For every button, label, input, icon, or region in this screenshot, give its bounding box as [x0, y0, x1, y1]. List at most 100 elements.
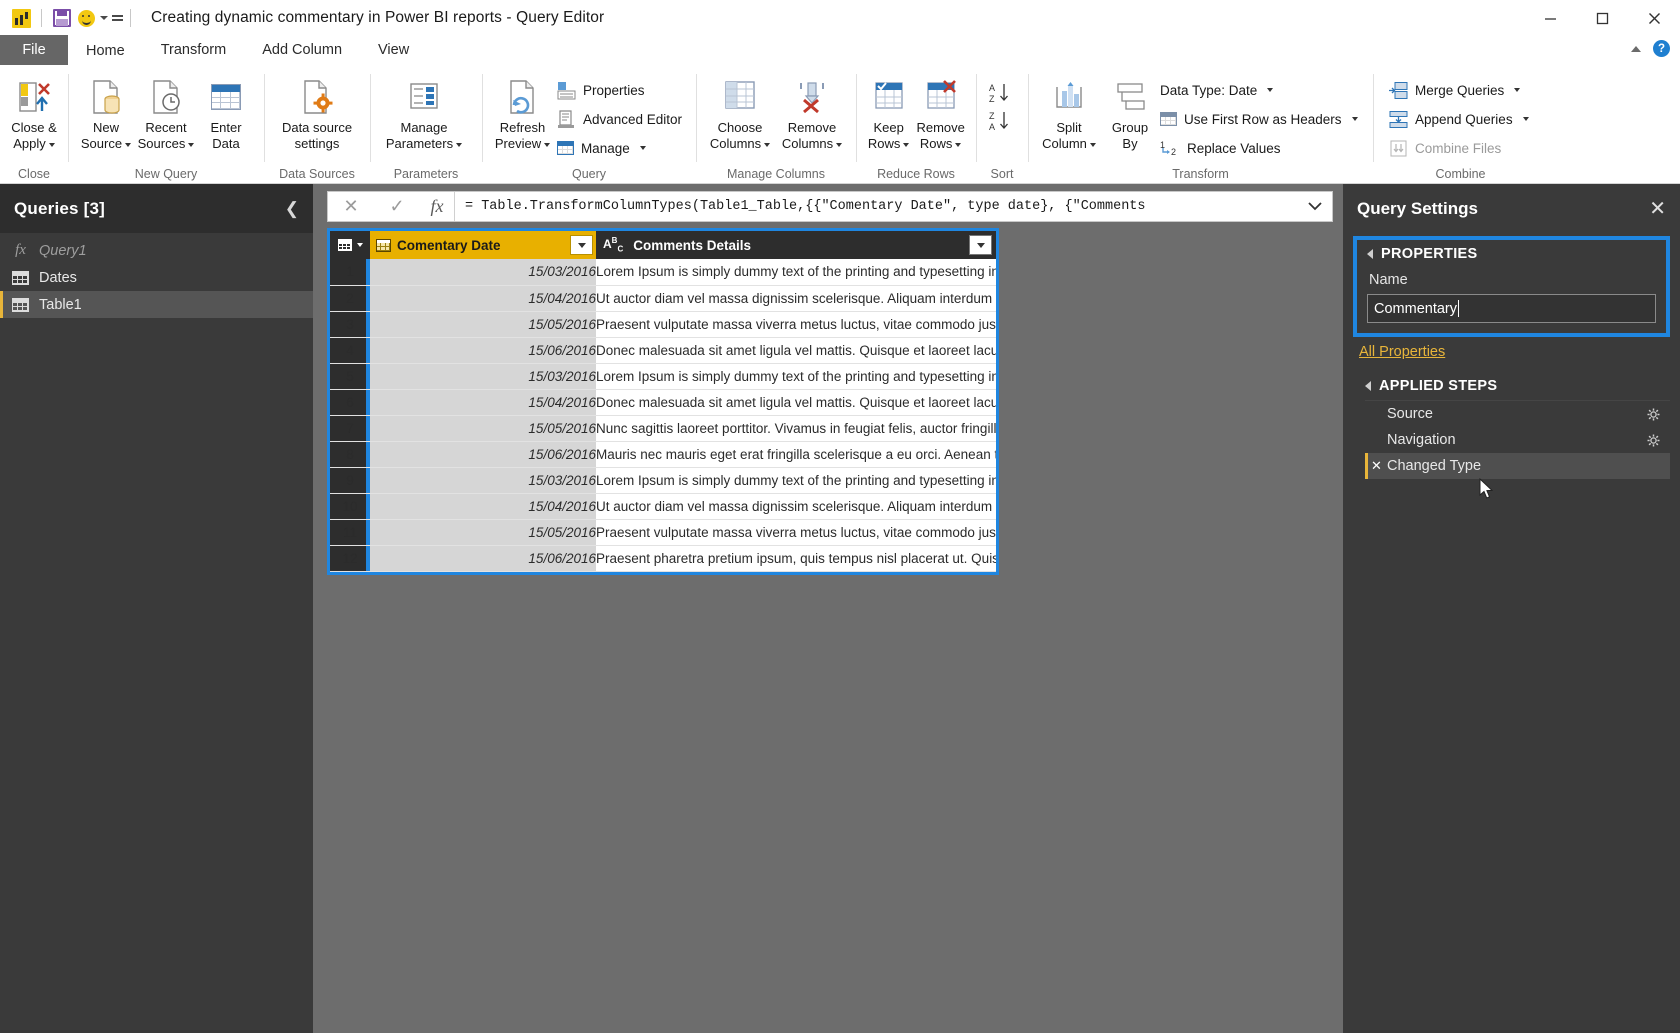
merge-queries-button[interactable]: Merge Queries — [1387, 77, 1535, 103]
table-row[interactable]: 12 15/06/2016 Praesent pharetra pretium ip… — [330, 545, 996, 572]
help-icon[interactable]: ? — [1653, 40, 1670, 57]
chevron-down-icon[interactable] — [639, 146, 646, 150]
applied-steps-header[interactable]: APPLIED STEPS — [1365, 378, 1680, 394]
customize-toolbar-icon[interactable] — [112, 15, 123, 21]
collapse-triangle-icon[interactable] — [1367, 249, 1373, 259]
cell-date[interactable]: 15/05/2016 — [370, 311, 596, 338]
sort-ascending-button[interactable]: A Z — [985, 82, 1019, 104]
tab-view[interactable]: View — [360, 35, 427, 65]
collapse-triangle-icon[interactable] — [1365, 381, 1371, 391]
close-x-icon[interactable]: ✕ — [1649, 199, 1666, 219]
chevron-down-icon[interactable] — [1351, 117, 1358, 121]
table-row[interactable]: 10 15/04/2016 Ut auctor diam vel massa dig… — [330, 493, 996, 520]
table-row[interactable]: 2 15/04/2016 Ut auctor diam vel massa dign… — [330, 285, 996, 312]
data-source-settings-button[interactable]: Data source settings — [272, 72, 362, 152]
name-input[interactable]: Commentary — [1367, 294, 1656, 323]
filter-dropdown-icon[interactable] — [570, 235, 593, 255]
chevron-down-icon[interactable] — [1522, 117, 1529, 121]
chevron-down-icon[interactable] — [836, 142, 843, 147]
sort-descending-button[interactable]: Z A — [985, 110, 1019, 132]
cell-date[interactable]: 15/03/2016 — [370, 363, 596, 390]
cell-comment[interactable]: Praesent vulputate massa viverra metus l… — [596, 311, 996, 338]
properties-button[interactable]: Properties — [555, 77, 688, 103]
cell-comment[interactable]: Mauris nec mauris eget erat fringilla sc… — [596, 441, 996, 468]
query-list-item-dates[interactable]: Dates — [0, 264, 313, 291]
advanced-editor-button[interactable]: Advanced Editor — [555, 106, 688, 132]
select-all-grid-icon[interactable] — [330, 231, 370, 259]
refresh-preview-button[interactable]: Refresh Preview — [490, 72, 555, 152]
cell-comment[interactable]: Lorem Ipsum is simply dummy text of the … — [596, 363, 996, 390]
enter-data-button[interactable]: Enter Data — [196, 72, 256, 152]
cancel-x-icon[interactable]: ✕ — [328, 196, 374, 217]
use-first-row-as-headers-button[interactable]: Use First Row as Headers — [1158, 106, 1364, 132]
chevron-down-icon[interactable] — [764, 142, 771, 147]
cell-date[interactable]: 15/05/2016 — [370, 415, 596, 442]
chevron-down-icon[interactable] — [125, 142, 132, 147]
group-by-button[interactable]: Group By — [1102, 72, 1158, 152]
keep-rows-button[interactable]: Keep Rows — [864, 72, 913, 152]
new-source-button[interactable]: New Source — [76, 72, 136, 152]
recent-sources-button[interactable]: Recent Sources — [136, 72, 196, 152]
chevron-down-icon[interactable] — [456, 142, 463, 147]
gear-icon[interactable] — [1647, 433, 1660, 447]
chevron-up-icon[interactable] — [1631, 45, 1641, 52]
chevron-left-icon[interactable]: ❮ — [285, 199, 299, 219]
filter-dropdown-icon[interactable] — [969, 235, 992, 255]
query-list-item-table1[interactable]: Table1 — [0, 291, 313, 318]
cell-comment[interactable]: Donec malesuada sit amet ligula vel matt… — [596, 337, 996, 364]
cell-comment[interactable]: Donec malesuada sit amet ligula vel matt… — [596, 389, 996, 416]
remove-columns-button[interactable]: Remove Columns — [776, 72, 848, 152]
manage-parameters-button[interactable]: Manage Parameters — [378, 72, 470, 152]
chevron-down-icon[interactable] — [955, 142, 962, 147]
cell-comment[interactable]: Ut auctor diam vel massa dignissim scele… — [596, 285, 996, 312]
cell-comment[interactable]: Praesent pharetra pretium ipsum, quis te… — [596, 545, 996, 572]
table-row[interactable]: 7 15/05/2016 Nunc sagittis laoreet porttit… — [330, 415, 996, 442]
applied-step-changed-type[interactable]: ✕ Changed Type — [1365, 453, 1670, 479]
split-column-button[interactable]: Split Column — [1036, 72, 1102, 152]
table-row[interactable]: 5 15/03/2016 Lorem Ipsum is simply dummy t… — [330, 363, 996, 390]
close-button[interactable] — [1628, 0, 1680, 36]
cell-date[interactable]: 15/05/2016 — [370, 519, 596, 546]
maximize-button[interactable] — [1576, 0, 1628, 36]
table-row[interactable]: 3 15/05/2016 Praesent vulputate massa vive… — [330, 311, 996, 338]
cell-comment[interactable]: Lorem Ipsum is simply dummy text of the … — [596, 259, 996, 286]
table-row[interactable]: 4 15/06/2016 Donec malesuada sit amet ligu… — [330, 337, 996, 364]
chevron-down-icon[interactable] — [188, 142, 195, 147]
tab-home[interactable]: Home — [68, 35, 143, 65]
cell-comment[interactable]: Nunc sagittis laoreet porttitor. Vivamus… — [596, 415, 996, 442]
chevron-down-icon[interactable] — [544, 142, 551, 147]
tab-add-column[interactable]: Add Column — [244, 35, 360, 65]
delete-step-icon[interactable]: ✕ — [1371, 458, 1382, 474]
chevron-down-icon[interactable] — [100, 16, 108, 20]
tab-transform[interactable]: Transform — [143, 35, 245, 65]
chevron-down-icon[interactable] — [1267, 88, 1274, 92]
properties-section-header[interactable]: PROPERTIES — [1367, 246, 1656, 262]
cell-comment[interactable]: Praesent vulputate massa viverra metus l… — [596, 519, 996, 546]
save-icon[interactable] — [49, 5, 75, 31]
data-type-button[interactable]: Data Type: Date — [1158, 77, 1364, 103]
gear-icon[interactable] — [1647, 407, 1660, 421]
chevron-down-icon[interactable] — [1298, 201, 1332, 211]
remove-rows-button[interactable]: Remove Rows — [913, 72, 968, 152]
cell-date[interactable]: 15/04/2016 — [370, 493, 596, 520]
all-properties-link[interactable]: All Properties — [1359, 344, 1680, 360]
chevron-down-icon[interactable] — [48, 142, 55, 147]
table-row[interactable]: 6 15/04/2016 Donec malesuada sit amet ligu… — [330, 389, 996, 416]
close-and-apply-button[interactable]: Close & Apply — [8, 72, 60, 152]
choose-columns-button[interactable]: Choose Columns — [704, 72, 776, 152]
cell-comment[interactable]: Lorem Ipsum is simply dummy text of the … — [596, 467, 996, 494]
minimize-button[interactable] — [1524, 0, 1576, 36]
tab-file[interactable]: File — [0, 35, 68, 65]
applied-step-source[interactable]: Source — [1365, 401, 1670, 427]
chevron-down-icon[interactable] — [356, 243, 363, 247]
cell-date[interactable]: 15/04/2016 — [370, 285, 596, 312]
fx-icon[interactable]: fx — [420, 196, 454, 217]
cell-date[interactable]: 15/03/2016 — [370, 259, 596, 286]
column-header-comentary-date[interactable]: Comentary Date — [370, 231, 596, 259]
table-row[interactable]: 8 15/06/2016 Mauris nec mauris eget erat f… — [330, 441, 996, 468]
cell-comment[interactable]: Ut auctor diam vel massa dignissim scele… — [596, 493, 996, 520]
table-row[interactable]: 11 15/05/2016 Praesent vulputate massa viv… — [330, 519, 996, 546]
chevron-down-icon[interactable] — [1514, 88, 1521, 92]
table-row[interactable]: 1 15/03/2016 Lorem Ipsum is simply dummy t… — [330, 259, 996, 286]
chevron-down-icon[interactable] — [1089, 142, 1096, 147]
